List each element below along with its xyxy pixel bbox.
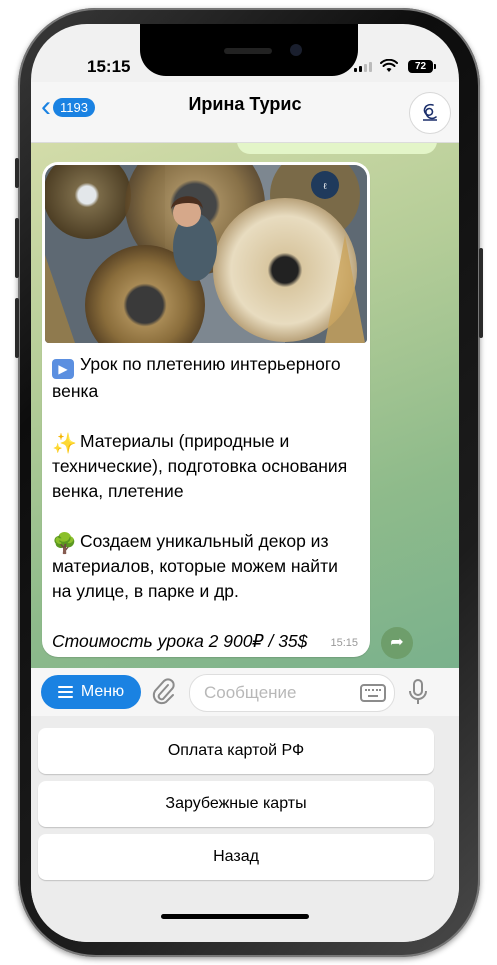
previous-message-bubble: 15:15 ✓✓ [237,142,437,154]
menu-button-label: Меню [80,683,125,700]
logo-icon [423,103,437,121]
foreign-cards-button[interactable]: Зарубежные карты [38,781,434,827]
menu-button[interactable]: Меню [41,675,141,709]
chat-title[interactable]: Ирина Турис [31,94,459,115]
message-line-materials: Материалы (природные и технические), под… [52,431,348,501]
wifi-icon [380,59,398,72]
message-input[interactable] [202,682,356,704]
front-camera [290,44,302,56]
status-time: 15:15 [87,57,131,76]
play-button-emoji-icon: ▶ [52,359,74,379]
message-bubble[interactable]: ℓ ▶ Урок по плетению интерьерного венка ✨… [42,162,370,657]
back-keyboard-button[interactable]: Назад [38,834,434,880]
chat-header: ‹ 1193 Ирина Турис [31,82,459,143]
home-indicator [161,914,309,919]
message-line-decor: Создаем уникальный декор из материалов, … [52,531,338,601]
paperclip-icon[interactable] [149,676,179,708]
sparkles-emoji-icon: ✨ [52,433,77,455]
mute-switch [15,158,19,188]
share-arrow-icon[interactable]: ➦ [381,627,413,659]
keyboard-icon[interactable] [360,684,386,702]
volume-down-button [15,298,19,358]
avatar[interactable] [409,92,451,134]
power-button [479,248,483,338]
signal-icon [354,62,372,72]
svg-text:ℓ: ℓ [323,181,327,191]
speaker [224,48,272,54]
screen: 15:15 72 ‹ 1193 Ирина Турис 15:15 ✓✓ [31,24,459,942]
message-photo[interactable]: ℓ [45,165,367,343]
volume-up-button [15,218,19,278]
message-price: Стоимость урока 2 900₽ / 35$ [52,631,308,651]
message-text: ▶ Урок по плетению интерьерного венка ✨ Ма… [52,352,362,654]
hamburger-icon [57,686,73,698]
tree-emoji-icon: 🌳 [52,533,77,555]
notch [140,24,358,76]
bot-keyboard: Оплата картой РФ Зарубежные карты Назад [31,716,459,942]
microphone-icon[interactable] [403,676,433,708]
chat-area[interactable]: 15:15 ✓✓ [31,142,459,668]
battery-icon: 72 [408,60,436,73]
message-input-field[interactable] [189,674,395,712]
pay-rf-card-button[interactable]: Оплата картой РФ [38,728,434,774]
message-time: 15:15 [330,637,358,649]
message-line-lesson: Урок по плетению интерьерного венка [52,354,341,401]
wreath-workshop-photo: ℓ [45,165,367,343]
input-bar: Меню [31,668,459,716]
